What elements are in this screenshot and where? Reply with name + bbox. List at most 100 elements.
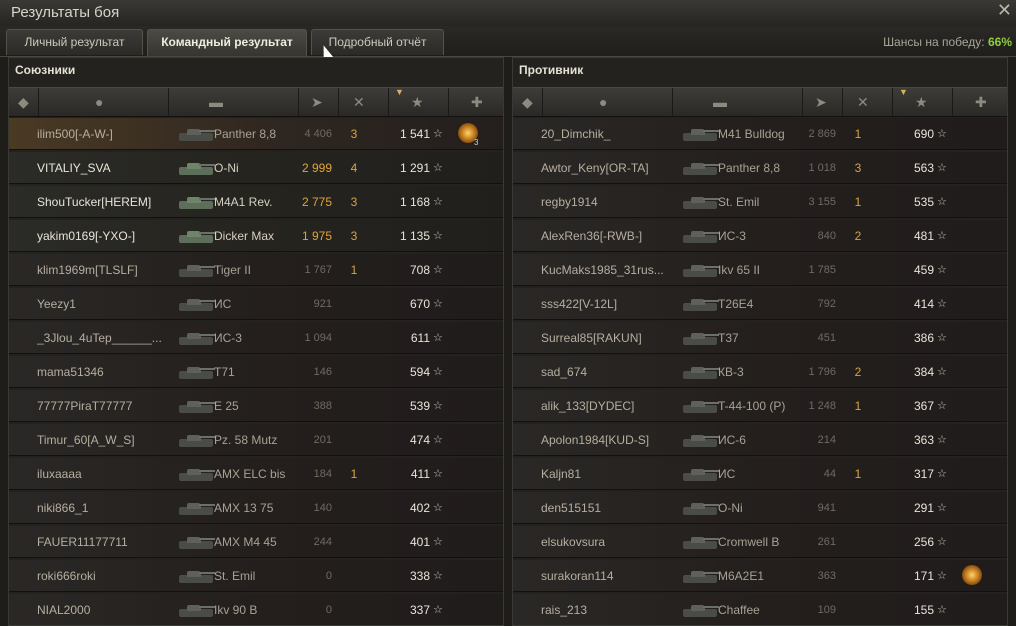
star-icon: ☆ [433,366,443,378]
player-row[interactable]: mama51346 T71 146 594 ☆ [9,356,503,388]
vehicle-name: AMX M4 45 [214,535,277,549]
player-row[interactable]: yakim0169[-YXO-] Dicker Max 1 975 3 1 135 ☆ [9,220,503,252]
vehicle-name: ИС [214,297,232,311]
tank-icon [179,501,215,515]
player-row[interactable]: rais_213 Chaffee 109 155 ☆ [513,594,1007,625]
kills-value [344,390,364,422]
player-name: NIAL2000 [37,603,91,617]
player-row[interactable]: Awtor_Keny[OR-TA] Panther 8,8 1 018 3 563 ☆ [513,152,1007,184]
xp-value: 337 [409,603,430,617]
tank-icon [683,399,719,413]
player-row[interactable]: VITALIY_SVA O-Ni 2 999 4 1 291 ☆ [9,152,503,184]
kills-value [344,560,364,592]
xp-value: 384 [913,365,934,379]
player-row[interactable]: ilim500[-A-W-] Panther 8,8 4 406 3 1 541 ☆ 3 [9,118,503,150]
tank-icon [683,603,719,617]
sort-xp[interactable]: ▼ ★ [389,88,449,116]
star-icon: ☆ [937,128,947,140]
medal-count: 3 [474,138,479,147]
vehicle-name: O-Ni [214,161,239,175]
damage-value: 0 [325,604,332,616]
sort-damage[interactable]: ➤ [803,88,843,116]
tank-icon [683,297,719,311]
damage-value: 3 155 [808,196,836,208]
player-row[interactable]: _3Jlou_4uTep______... ИС-3 1 094 611 ☆ [9,322,503,354]
player-name: _3Jlou_4uTep______... [37,331,162,345]
player-row[interactable]: NIAL2000 Ikv 90 B 0 337 ☆ [9,594,503,625]
sort-vehicle[interactable]: ▬ [169,88,299,116]
player-row[interactable]: ShouTucker[HEREM] M4A1 Rev. 2 775 3 1 168 ☆ [9,186,503,218]
star-icon: ☆ [937,434,947,446]
xp-value: 402 [409,501,430,515]
sort-medals[interactable]: ✚ [449,88,503,116]
star-icon: ☆ [937,570,947,582]
player-row[interactable]: 77777PiraT77777 E 25 388 539 ☆ [9,390,503,422]
player-row[interactable]: AlexRen36[-RWB-] ИС-3 840 2 481 ☆ [513,220,1007,252]
tank-icon [179,535,215,549]
player-name: 20_Dimchik_ [541,127,611,141]
tank-icon [683,569,719,583]
sort-player[interactable]: ● [39,88,169,116]
vehicle-name: КВ-3 [718,365,744,379]
kills-value: 1 [854,399,862,413]
star-icon: ☆ [937,536,947,548]
star-icon: ☆ [937,298,947,310]
player-row[interactable]: elsukovsura Cromwell B 261 256 ☆ [513,526,1007,558]
sort-kills[interactable]: ✕ [339,88,389,116]
player-row[interactable]: regby1914 St. Emil 3 155 1 535 ☆ [513,186,1007,218]
kills-value: 3 [350,195,358,209]
kills-value [848,288,868,320]
damage-value: 109 [817,604,836,616]
sort-medals[interactable]: ✚ [953,88,1007,116]
vehicle-name: Tiger II [214,263,251,277]
player-row[interactable]: Apolon1984[KUD-S] ИС-6 214 363 ☆ [513,424,1007,456]
player-row[interactable]: FAUER11177711 AMX M4 45 244 401 ☆ [9,526,503,558]
player-row[interactable]: alik_133[DYDEC] T-44-100 (P) 1 248 1 367 ☆ [513,390,1007,422]
player-row[interactable]: den515151 O-Ni 941 291 ☆ [513,492,1007,524]
xp-value: 611 [410,331,430,345]
xp-value: 317 [913,467,934,481]
kills-value [344,424,364,456]
tank-icon [683,433,719,447]
player-row[interactable]: surakoran114 M6A2E1 363 171 ☆ [513,560,1007,592]
player-row[interactable]: Kaljn81 ИС 44 1 317 ☆ [513,458,1007,490]
close-icon[interactable]: ✕ [997,0,1012,20]
player-row[interactable]: sad_674 КВ-3 1 796 2 384 ☆ [513,356,1007,388]
vehicle-name: ИС-3 [718,229,746,243]
damage-value: 2 869 [808,128,836,140]
player-row[interactable]: iluxaaaa AMX ELC bis 184 1 411 ☆ [9,458,503,490]
player-row[interactable]: niki866_1 AMX 13 75 140 402 ☆ [9,492,503,524]
kills-value [848,322,868,354]
player-row[interactable]: 20_Dimchik_ M41 Bulldog 2 869 1 690 ☆ [513,118,1007,150]
kills-value: 3 [350,127,358,141]
star-icon: ☆ [433,468,443,480]
damage-value: 1 018 [808,162,836,174]
player-row[interactable]: KucMaks1985_31rus... Ikv 65 II 1 785 459 ☆ [513,254,1007,286]
win-chance-value: 66% [987,35,1012,49]
damage-value: 146 [313,366,332,378]
player-row[interactable]: Timur_60[A_W_S] Pz. 58 Mutz 201 474 ☆ [9,424,503,456]
player-name: VITALIY_SVA [37,161,111,175]
kills-value [344,288,364,320]
sort-tier[interactable]: ◆ [9,88,39,116]
vehicle-name: Ikv 65 II [718,263,761,277]
player-name: den515151 [541,501,602,515]
tab-personal-result[interactable]: Личный результат [6,29,143,55]
kills-value [848,560,868,592]
sort-player[interactable]: ● [543,88,673,116]
medal-icon[interactable] [962,565,982,585]
sort-kills[interactable]: ✕ [843,88,893,116]
player-name: sad_674 [541,365,588,379]
tank-icon [179,229,215,243]
sort-damage[interactable]: ➤ [299,88,339,116]
player-row[interactable]: Yeezy1 ИС 921 670 ☆ [9,288,503,320]
sort-tier[interactable]: ◆ [513,88,543,116]
damage-value: 451 [817,332,836,344]
player-row[interactable]: klim1969m[TLSLF] Tiger II 1 767 1 708 ☆ [9,254,503,286]
sort-xp[interactable]: ▼ ★ [893,88,953,116]
player-row[interactable]: sss422[V-12L] T26E4 792 414 ☆ [513,288,1007,320]
tab-team-result[interactable]: Командный результат [147,29,307,56]
player-row[interactable]: roki666roki St. Emil 0 338 ☆ [9,560,503,592]
sort-vehicle[interactable]: ▬ [673,88,803,116]
player-row[interactable]: Surreal85[RAKUN] T37 451 386 ☆ [513,322,1007,354]
